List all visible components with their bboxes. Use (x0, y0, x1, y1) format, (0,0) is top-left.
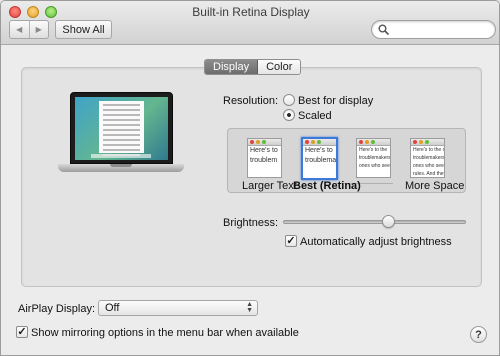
scaled-radio[interactable] (283, 109, 295, 121)
search-field[interactable] (371, 20, 496, 39)
more-space-label: More Space (405, 180, 465, 192)
brightness-slider-track[interactable] (283, 220, 466, 224)
back-forward-control: ◀ ▶ (9, 20, 49, 39)
best-retina-label: Best (Retina) (293, 180, 361, 192)
more-space-option[interactable]: Here's to the cra troublemakers. The one… (410, 138, 445, 178)
tab-bar: Display Color (204, 59, 302, 75)
window-title: Built-in Retina Display (192, 5, 310, 19)
airplay-display-label: AirPlay Display: (18, 303, 96, 315)
brightness-label: Brightness: (223, 217, 279, 229)
brightness-slider-knob[interactable] (381, 215, 395, 228)
best-for-display-radio[interactable] (283, 94, 295, 106)
best-for-display-label[interactable]: Best for display (298, 95, 373, 107)
title-bar: Built-in Retina Display ◀ ▶ Show All (1, 1, 499, 45)
popup-arrows-icon: ▲ ▼ (246, 301, 253, 314)
preferences-window: Built-in Retina Display ◀ ▶ Show All Dis… (0, 0, 500, 356)
help-button[interactable]: ? (470, 326, 487, 343)
laptop-illustration (58, 92, 184, 178)
mirroring-options-label[interactable]: Show mirroring options in the menu bar w… (31, 327, 299, 339)
search-icon (378, 24, 389, 35)
show-all-button[interactable]: Show All (55, 20, 112, 39)
resolution-label: Resolution: (223, 95, 279, 107)
auto-brightness-label[interactable]: Automatically adjust brightness (300, 236, 452, 248)
larger-text-option[interactable]: Here's to troublem (247, 138, 282, 178)
tab-display[interactable]: Display (205, 60, 259, 74)
forward-arrow-icon[interactable]: ▶ (30, 21, 49, 38)
tab-color[interactable]: Color (258, 60, 301, 74)
airplay-display-value: Off (105, 302, 120, 314)
larger-text-label: Larger Text (242, 180, 297, 192)
mirroring-options-checkbox[interactable]: ✓ (16, 326, 28, 338)
auto-brightness-checkbox[interactable]: ✓ (285, 235, 297, 247)
back-arrow-icon[interactable]: ◀ (10, 21, 30, 38)
scaled-label[interactable]: Scaled (298, 110, 332, 122)
more-space-intermediate-option[interactable]: Here's to the troublemakers. ones who se… (356, 138, 391, 178)
airplay-display-popup[interactable]: Off ▲ ▼ (98, 300, 258, 316)
best-retina-option[interactable]: Here's to troublemak (301, 137, 338, 180)
